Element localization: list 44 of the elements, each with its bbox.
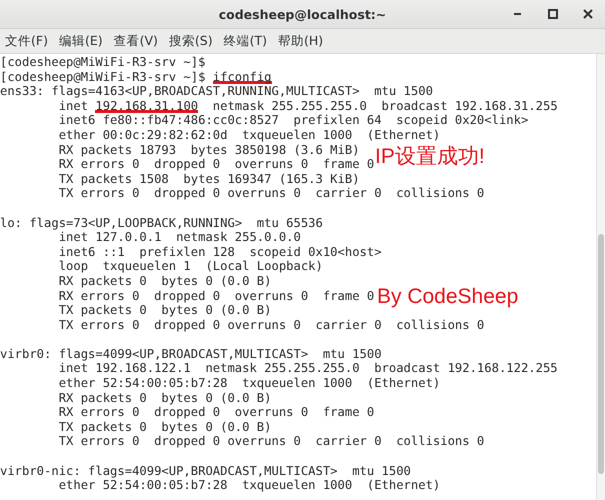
menu-item[interactable]: 编辑(E) [58, 32, 103, 50]
terminal-text: [codesheep@MiWiFi-R3-srv ~]$ [0, 70, 206, 84]
terminal-text: ether 52:54:00:05:b7:28 txqueuelen 1000 (Ethernet) [58, 376, 440, 390]
terminal-text: [codesheep@MiWiFi-R3-srv ~]$ [0, 55, 206, 69]
terminal-text: inet [58, 98, 90, 113]
menu-item[interactable]: 查看(V) [114, 32, 158, 50]
terminal-text: ifconfig [212, 70, 272, 84]
terminal-text: virbr0: flags=4099<UP,BROADCAST,MULTICAST> mtu 1500 [0, 346, 382, 361]
terminal-text: 192.168.31.100 [95, 98, 198, 113]
close-icon[interactable] [583, 9, 593, 19]
terminal-text: ether 00:0c:29:82:62:0d txqueuelen 1000 (Ethernet) [58, 128, 440, 142]
terminal-text: TX errors 0 dropped 0 overruns 0 carrier 0 collisions 0 [58, 186, 484, 200]
terminal-text: virbr0-nic: flags=4099<UP,BROADCAST,MULTICAST> mtu 1500 [0, 464, 411, 478]
terminal-text: TX packets 0 bytes 0 (0.0 B) [58, 303, 272, 318]
annotation-text: By CodeSheep [377, 285, 518, 309]
window-title: codesheep@localhost:~ [218, 6, 386, 22]
terminal-text: RX packets 0 bytes 0 (0.0 B) [58, 274, 272, 288]
scrollbar-thumb[interactable] [598, 234, 604, 474]
menu-item[interactable]: 终端(T) [224, 32, 268, 50]
terminal-text: ens33: flags=4163<UP,BROADCAST,RUNNING,MULTICAST> mtu 1500 [0, 84, 433, 98]
annotation-text: IP设置成功! [375, 144, 485, 170]
maximize-icon[interactable] [548, 9, 558, 19]
terminal-text: TX errors 0 dropped 0 overruns 0 carrier 0 collisions 0 [58, 434, 484, 448]
terminal-text: RX packets 18793 bytes 3850198 (3.6 MiB) [58, 142, 360, 157]
terminal-text: RX errors 0 dropped 0 overruns 0 frame 0 [58, 288, 374, 302]
menu-item[interactable]: 文件(F) [5, 32, 48, 50]
terminal-text: lo: flags=73<UP,LOOPBACK,RUNNING> mtu 65536 [0, 216, 323, 230]
terminal-text: loop txqueuelen 1 (Local Loopback) [58, 259, 323, 274]
terminal-text: inet6 fe80::fb47:486:cc0c:8527 prefixlen 64 scopeid 0x20<link> [58, 113, 528, 128]
menu-item[interactable]: 搜索(S) [168, 32, 213, 50]
minimize-icon[interactable] [513, 12, 523, 16]
terminal-text: RX errors 0 dropped 0 overruns 0 frame 0 [58, 405, 374, 420]
terminal-text: inet6 ::1 prefixlen 128 scopeid 0x10<host> [58, 244, 382, 259]
terminal-text: TX errors 0 dropped 0 overruns 0 carrier 0 collisions 0 [58, 318, 484, 332]
terminal-text: ether 52:54:00:05:b7:28 txqueuelen 1000 (Ethernet) [58, 478, 440, 492]
menu-item[interactable]: 帮助(H) [278, 32, 324, 50]
terminal-text: netmask 255.255.255.0 broadcast 192.168.31.255 [212, 98, 558, 113]
terminal-text: TX packets 0 bytes 0 (0.0 B) [58, 420, 272, 434]
terminal-text: inet 192.168.122.1 netmask 255.255.255.0 broadcast 192.168.122.255 [58, 361, 558, 376]
scrollbar[interactable] [596, 54, 605, 500]
terminal-text: inet 127.0.0.1 netmask 255.0.0.0 [58, 230, 301, 244]
terminal-text: TX packets 1508 bytes 169347 (165.3 KiB) [58, 172, 360, 186]
terminal-text: RX packets 0 bytes 0 (0.0 B) [58, 390, 272, 405]
terminal-text: RX errors 0 dropped 0 overruns 0 frame 0 [58, 157, 374, 172]
